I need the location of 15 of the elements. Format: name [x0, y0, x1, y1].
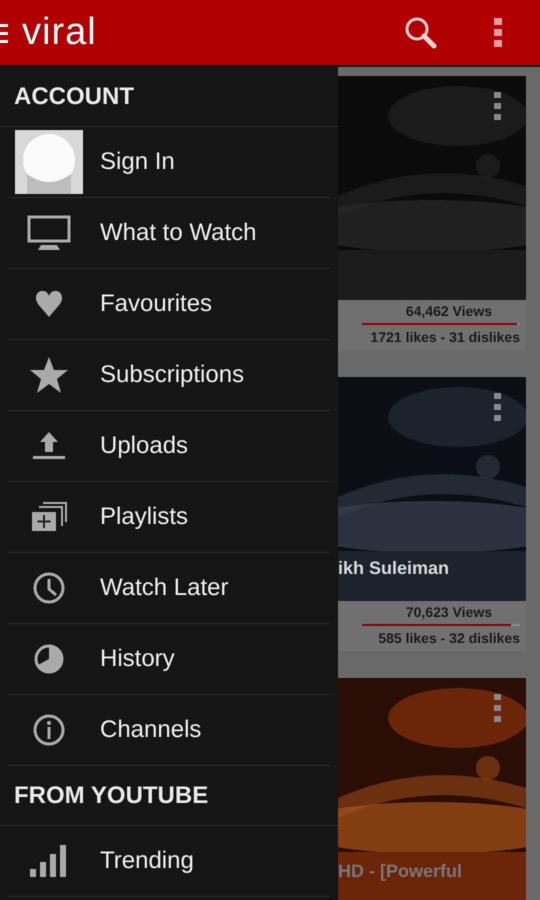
view-count: 64,462 Views	[406, 303, 492, 319]
app-logo: viral	[22, 11, 97, 54]
drawer-item[interactable]: Sign In	[8, 127, 330, 198]
drawer-item[interactable]: Watch Later	[8, 553, 330, 624]
drawer-item[interactable]: Playlists	[8, 482, 330, 553]
drawer-item[interactable]: Channels	[8, 695, 330, 766]
drawer-item[interactable]: Favourites	[8, 269, 330, 340]
drawer-item[interactable]: History	[8, 624, 330, 695]
view-count: 70,623 Views	[406, 604, 492, 620]
drawer-item[interactable]: Subscriptions	[8, 340, 330, 411]
like-count: 1721 likes - 31 dislikes	[370, 329, 520, 345]
like-count: 585 likes - 32 dislikes	[378, 630, 520, 646]
drawer-item[interactable]: Uploads	[8, 411, 330, 482]
drawer-item[interactable]: Trending	[8, 826, 330, 897]
drawer-item[interactable]: What to Watch	[8, 198, 330, 269]
